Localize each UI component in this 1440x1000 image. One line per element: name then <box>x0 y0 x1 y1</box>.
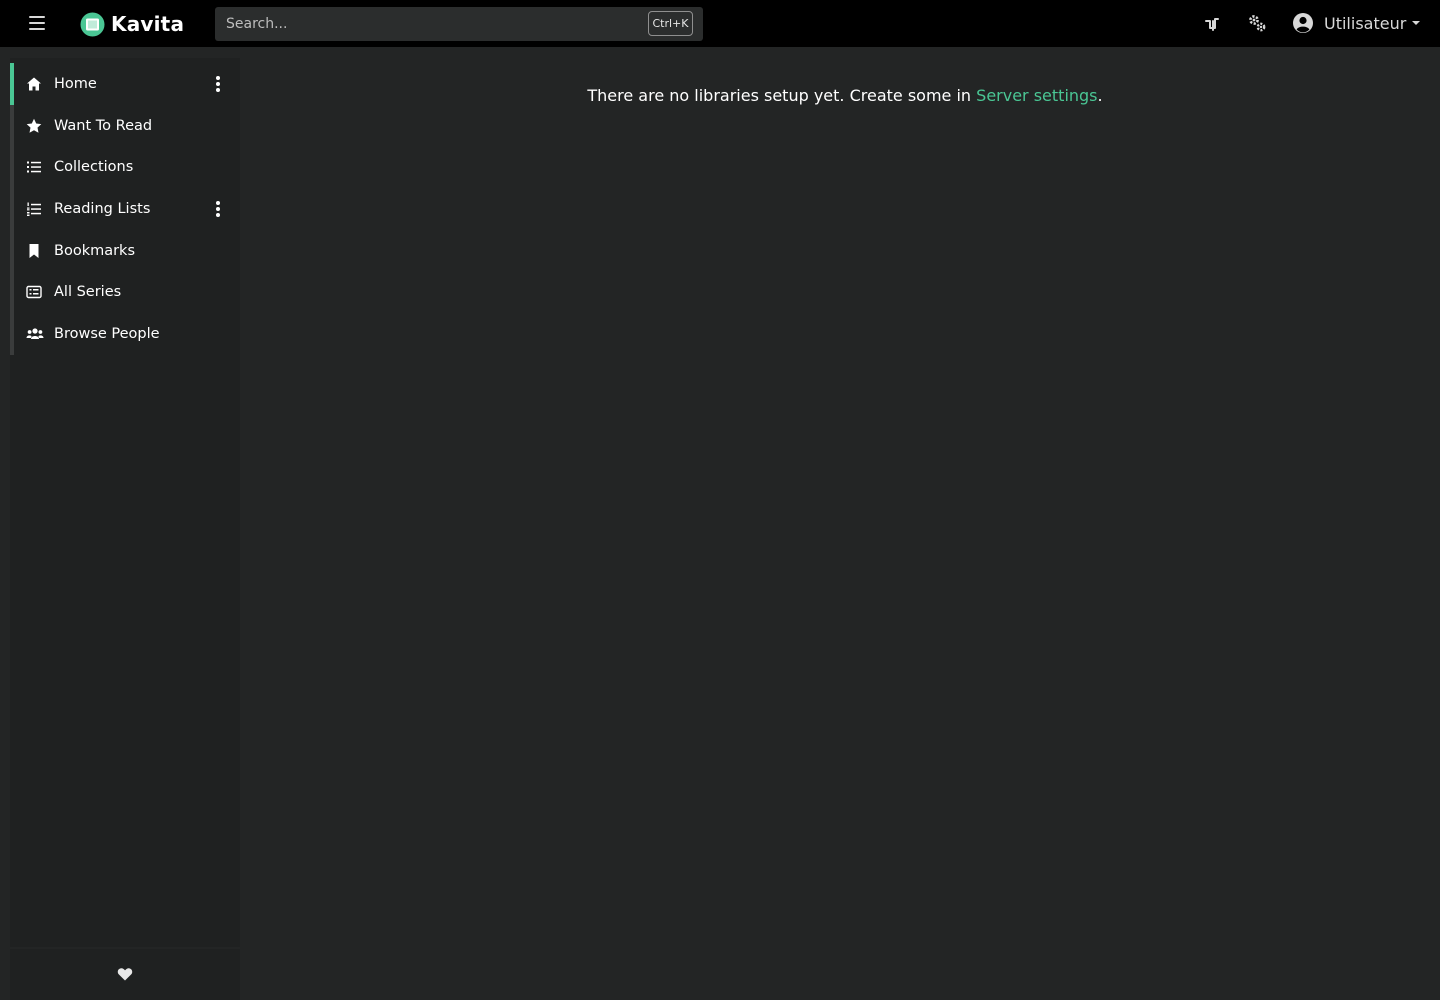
brand-link[interactable]: Kavita <box>80 11 184 37</box>
sidebar-item-browse-people[interactable]: Browse People <box>14 313 240 355</box>
heart-icon[interactable] <box>117 966 133 982</box>
user-menu[interactable]: Utilisateur <box>1292 10 1421 36</box>
sidebar-item-want-to-read[interactable]: Want To Read <box>14 105 240 147</box>
empty-libraries-message: There are no libraries setup yet. Create… <box>250 86 1440 105</box>
sidebar: Home Want To Read Collections Reading Li… <box>10 58 240 947</box>
sidebar-item-collections[interactable]: Collections <box>14 146 240 188</box>
chevron-down-icon <box>1412 21 1421 25</box>
sidebar-item-label: Home <box>54 75 97 92</box>
sidebar-item-all-series[interactable]: All Series <box>14 271 240 313</box>
message-text: There are no libraries setup yet. Create… <box>587 86 977 105</box>
kavita-logo-icon <box>80 12 105 36</box>
search-shortcut-hint: Ctrl+K <box>648 11 693 36</box>
brand-name: Kavita <box>111 12 185 36</box>
sidebar-item-label: Bookmarks <box>54 242 136 259</box>
sidebar-item-label: All Series <box>54 284 122 301</box>
people-icon <box>26 328 44 339</box>
active-indicator <box>10 63 14 105</box>
list-icon <box>27 161 41 173</box>
sidebar-item-home[interactable]: Home <box>10 63 240 105</box>
user-circle-icon <box>1293 13 1313 33</box>
sidebar-nav: Home Want To Read Collections Reading Li… <box>10 63 240 355</box>
user-name: Utilisateur <box>1324 13 1407 33</box>
search-box: Ctrl+K <box>215 7 703 41</box>
activity-icon[interactable] <box>1202 12 1224 34</box>
home-actions-kebab-icon[interactable] <box>210 75 226 93</box>
sidebar-item-label: Browse People <box>54 325 160 342</box>
hamburger-icon[interactable] <box>25 12 49 34</box>
sidebar-item-bookmarks[interactable]: Bookmarks <box>14 230 240 272</box>
star-icon <box>26 118 42 133</box>
sidebar-item-label: Reading Lists <box>54 200 151 217</box>
sidebar-item-reading-lists[interactable]: Reading Lists <box>14 188 240 230</box>
server-settings-link[interactable]: Server settings <box>976 86 1097 105</box>
home-icon <box>27 77 41 91</box>
top-navbar: Kavita Ctrl+K Utilisateur <box>0 0 1440 47</box>
sidebar-footer <box>10 949 240 1000</box>
server-settings-icon[interactable] <box>1246 12 1268 34</box>
sidebar-item-label: Want To Read <box>54 117 153 134</box>
reading-lists-actions-kebab-icon[interactable] <box>210 200 226 218</box>
sidebar-item-label: Collections <box>54 159 134 176</box>
ordered-list-icon <box>27 202 41 216</box>
message-suffix: . <box>1097 86 1103 105</box>
series-icon <box>26 286 42 299</box>
bookmark-icon <box>29 243 39 258</box>
search-input[interactable] <box>215 7 635 41</box>
